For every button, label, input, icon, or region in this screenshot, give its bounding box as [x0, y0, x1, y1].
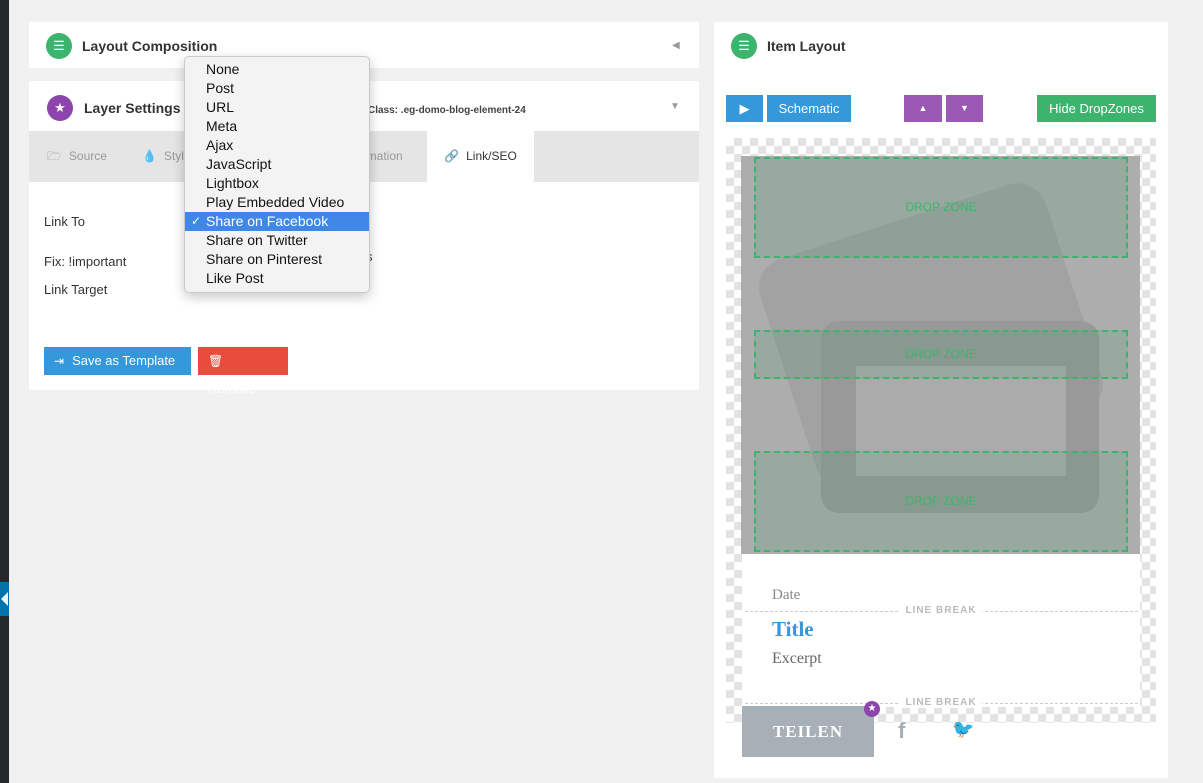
admin-sidebar-strip: [0, 0, 9, 783]
fix-important-label: Fix: !important: [44, 254, 127, 269]
remove-label: Remove: [208, 381, 257, 396]
option-lightbox-label: Lightbox: [206, 175, 259, 191]
twitter-glyph: 🐦: [952, 719, 975, 739]
layout-composition-title: Layout Composition: [82, 38, 218, 54]
facebook-glyph: f: [898, 718, 906, 743]
tab-source[interactable]: 🗁 Source: [47, 131, 107, 182]
tab-link-seo-label: Link/SEO: [466, 149, 517, 163]
checkmark-icon: ✓: [191, 214, 202, 228]
option-meta-label: Meta: [206, 118, 238, 134]
option-share-on-pinterest[interactable]: Share on Pinterest: [185, 250, 369, 269]
option-share-on-facebook-label: Share on Facebook: [206, 213, 329, 229]
option-play-embedded-video[interactable]: Play Embedded Video: [185, 193, 369, 212]
caret-down-icon: ▼: [960, 103, 969, 113]
option-none-label: None: [206, 61, 240, 77]
excerpt-element[interactable]: Excerpt: [772, 650, 822, 668]
option-lightbox[interactable]: Lightbox: [185, 174, 369, 193]
option-meta[interactable]: Meta: [185, 117, 369, 136]
option-share-on-pinterest-label: Share on Pinterest: [206, 251, 322, 267]
move-up-button[interactable]: ▲: [904, 95, 942, 122]
option-url-label: URL: [206, 99, 235, 115]
layer-class-label: Class: .eg-domo-blog-element-24: [368, 105, 526, 116]
drop-zone-top-label: DROP ZONE: [905, 200, 977, 214]
drop-zone-bottom-label: DROP ZONE: [905, 494, 977, 508]
item-layout-title: Item Layout: [767, 38, 846, 54]
collapse-sidebar-arrow-icon[interactable]: [0, 582, 9, 616]
drop-zone-middle[interactable]: DROP ZONE: [754, 330, 1128, 379]
option-none[interactable]: None: [185, 60, 369, 79]
layer-settings-title: Layer Settings: [84, 100, 181, 116]
date-element[interactable]: Date: [772, 587, 800, 604]
title-element[interactable]: Title: [772, 617, 814, 642]
caret-up-icon: ▲: [918, 103, 928, 113]
save-as-template-button[interactable]: ⇥ Save as Template: [44, 347, 191, 375]
drop-zone-top[interactable]: DROP ZONE: [754, 157, 1128, 258]
teilen-share-element[interactable]: TEILEN: [742, 706, 874, 757]
save-as-template-label: Save as Template: [72, 353, 176, 368]
option-play-embedded-video-label: Play Embedded Video: [206, 194, 345, 210]
collapse-left-icon[interactable]: ◀: [672, 40, 680, 51]
option-post-label: Post: [206, 80, 235, 96]
collapse-down-icon[interactable]: ▼: [670, 101, 680, 112]
folder-icon: 🗁: [47, 149, 62, 163]
drop-zone-middle-label: DROP ZONE: [905, 347, 977, 361]
option-share-on-twitter-label: Share on Twitter: [206, 232, 308, 248]
trash-icon: 🗑: [208, 354, 224, 368]
star-icon: ★: [47, 95, 73, 121]
menu-icon: ☰: [731, 33, 757, 59]
link-to-dropdown[interactable]: None Post URL Meta Ajax JavaScript Light…: [184, 56, 370, 293]
option-share-on-twitter[interactable]: Share on Twitter: [185, 231, 369, 250]
facebook-icon[interactable]: f: [898, 718, 905, 744]
teilen-label: TEILEN: [772, 722, 844, 741]
line-break-label: LINE BREAK: [900, 697, 982, 708]
remove-button[interactable]: 🗑 Remove: [198, 347, 288, 396]
link-target-label: Link Target: [44, 282, 108, 297]
link-to-label: Link To: [44, 214, 85, 229]
option-javascript[interactable]: JavaScript: [185, 155, 369, 174]
move-down-button[interactable]: ▼: [946, 95, 983, 122]
option-javascript-label: JavaScript: [206, 156, 272, 172]
twitter-icon[interactable]: 🐦: [952, 719, 974, 740]
hide-dropzones-label: Hide DropZones: [1049, 101, 1144, 116]
menu-icon: ☰: [46, 33, 72, 59]
tab-link-seo[interactable]: 🔗 Link/SEO: [427, 131, 534, 182]
link-icon: 🔗: [444, 149, 460, 163]
schematic-button[interactable]: Schematic: [767, 95, 851, 122]
play-icon: ▶: [739, 101, 750, 116]
drop-icon: 💧: [142, 149, 157, 163]
tab-source-label: Source: [68, 149, 107, 163]
option-ajax-label: Ajax: [206, 137, 234, 153]
option-share-on-facebook[interactable]: ✓ Share on Facebook: [185, 212, 369, 231]
option-like-post-label: Like Post: [206, 270, 264, 286]
line-break-label: LINE BREAK: [900, 605, 982, 616]
option-ajax[interactable]: Ajax: [185, 136, 369, 155]
option-like-post[interactable]: Like Post: [185, 269, 369, 288]
save-icon: ⇥: [54, 354, 65, 368]
option-url[interactable]: URL: [185, 98, 369, 117]
option-post[interactable]: Post: [185, 79, 369, 98]
hide-dropzones-button[interactable]: Hide DropZones: [1037, 95, 1156, 122]
drop-zone-bottom[interactable]: DROP ZONE: [754, 451, 1128, 552]
schematic-label: Schematic: [778, 101, 840, 116]
selected-star-icon: ★: [864, 701, 880, 717]
play-button[interactable]: ▶: [726, 95, 763, 122]
